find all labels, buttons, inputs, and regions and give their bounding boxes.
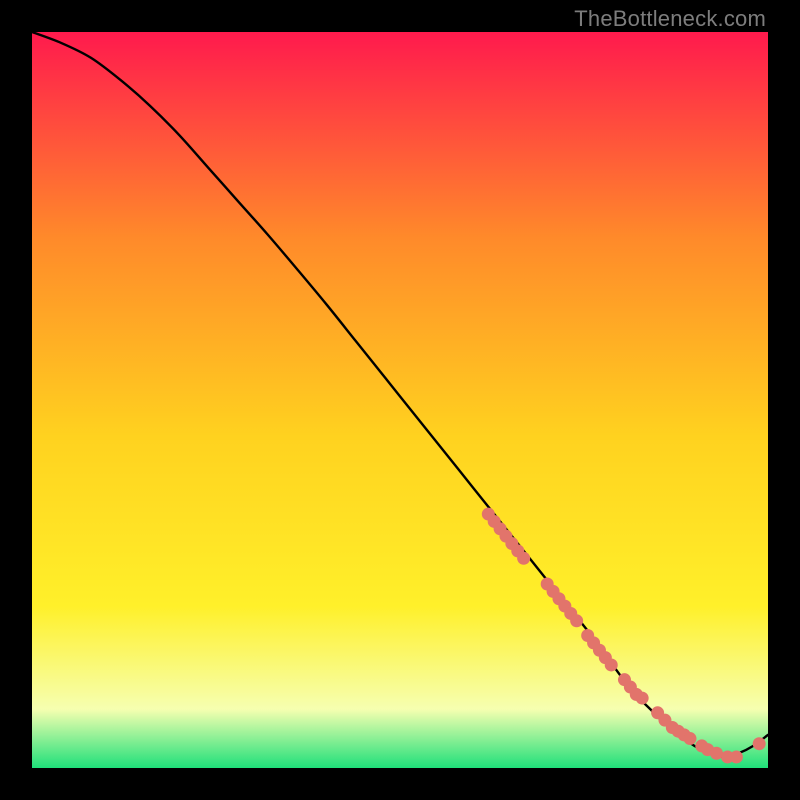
highlight-dot — [605, 658, 618, 671]
watermark-text: TheBottleneck.com — [574, 6, 766, 32]
chart-plot-area — [32, 32, 768, 768]
highlight-dot — [753, 737, 766, 750]
gradient-background — [32, 32, 768, 768]
highlight-dot — [683, 732, 696, 745]
highlight-dot — [636, 692, 649, 705]
highlight-dot — [710, 747, 723, 760]
chart-stage: TheBottleneck.com — [0, 0, 800, 800]
chart-svg — [32, 32, 768, 768]
highlight-dot — [517, 552, 530, 565]
highlight-dot — [730, 750, 743, 763]
highlight-dot — [570, 614, 583, 627]
